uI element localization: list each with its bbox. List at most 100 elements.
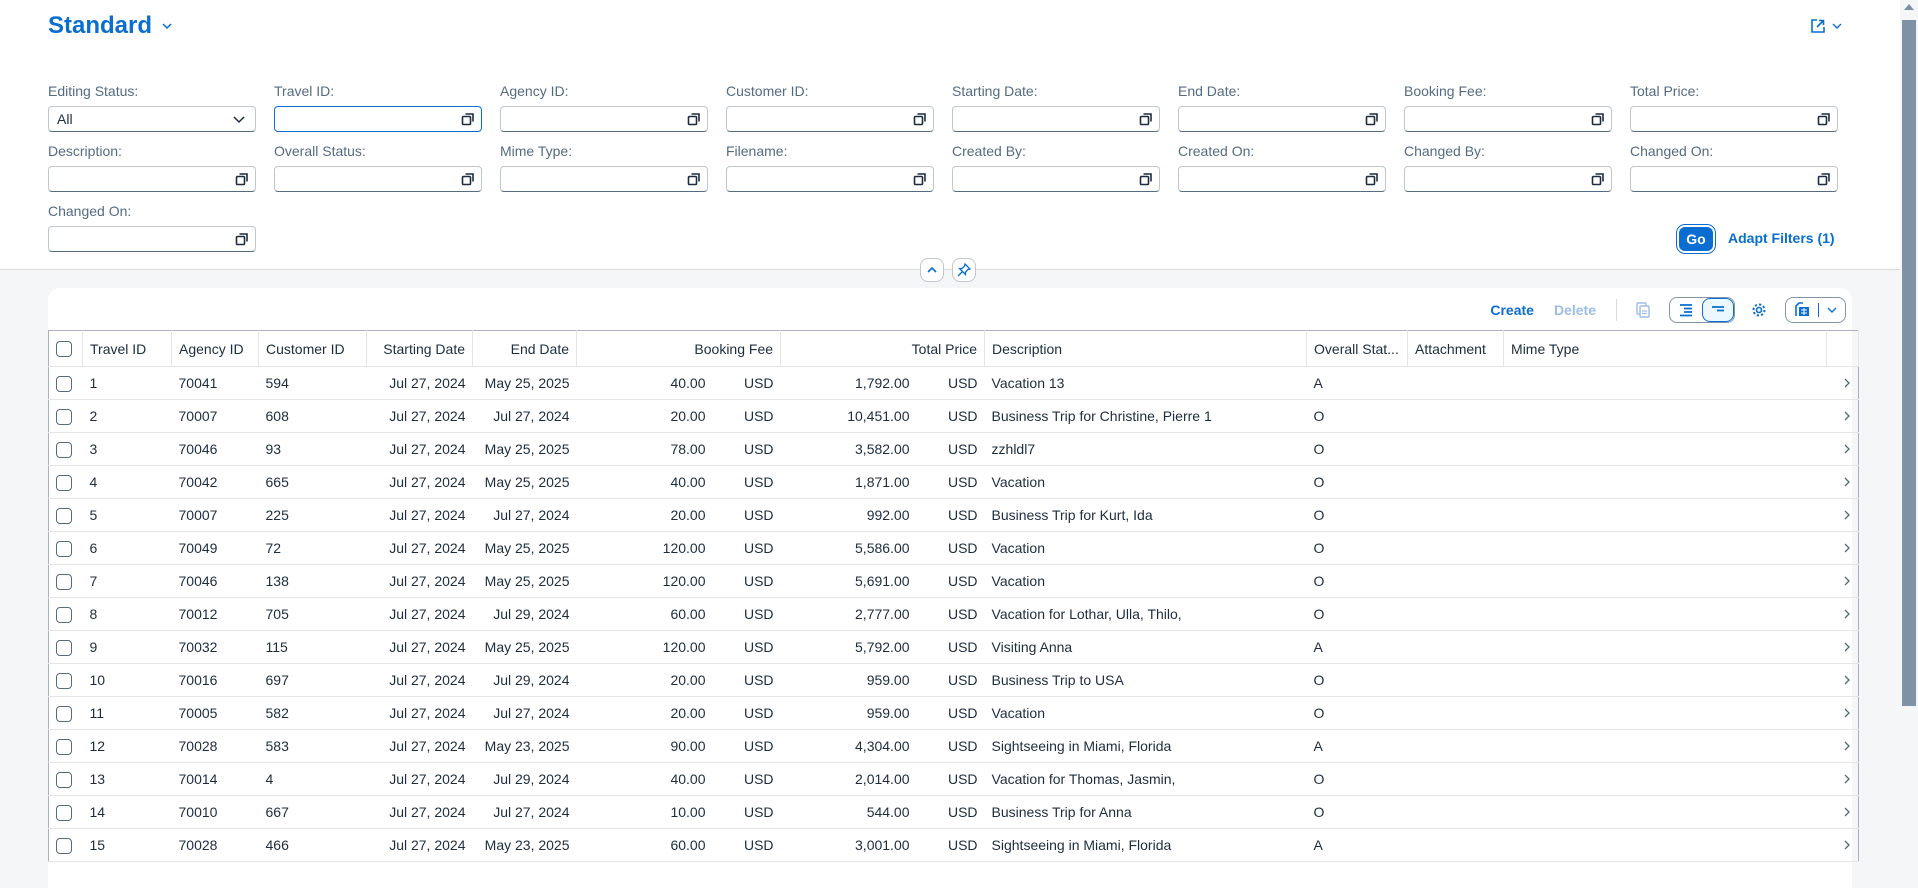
table-row[interactable]: 12 70028 583 Jul 27, 2024 May 23, 2025 90.00 U… (48, 729, 1859, 763)
filter-input[interactable] (1404, 166, 1612, 192)
go-button[interactable]: Go (1679, 227, 1713, 251)
row-checkbox[interactable] (56, 639, 72, 656)
table-row[interactable]: 13 70014 4 Jul 27, 2024 Jul 29, 2024 40.00 USD… (48, 762, 1859, 796)
row-checkbox[interactable] (56, 474, 72, 491)
column-header[interactable]: Attachment (1407, 330, 1505, 367)
table-row[interactable]: 6 70049 72 Jul 27, 2024 May 25, 2025 120.00 US… (48, 531, 1859, 565)
row-navigation[interactable] (1826, 366, 1859, 400)
row-checkbox[interactable] (56, 375, 72, 392)
row-navigation[interactable] (1826, 465, 1859, 499)
row-checkbox[interactable] (56, 672, 72, 689)
filter-input[interactable] (48, 166, 256, 192)
column-header[interactable]: Mime Type (1503, 330, 1828, 367)
row-navigation[interactable] (1826, 795, 1859, 829)
value-help-icon[interactable] (461, 172, 475, 186)
column-header[interactable]: Customer ID (258, 330, 367, 367)
row-navigation[interactable] (1826, 399, 1859, 433)
column-header[interactable]: Agency ID (171, 330, 259, 367)
row-checkbox[interactable] (56, 507, 72, 524)
value-help-icon[interactable] (1817, 172, 1831, 186)
filter-input[interactable] (500, 106, 708, 132)
filter-input[interactable] (500, 166, 708, 192)
filter-input[interactable] (274, 166, 482, 192)
export-menu-button[interactable] (1785, 297, 1846, 323)
column-header[interactable]: Starting Date (366, 330, 473, 367)
row-checkbox[interactable] (56, 837, 72, 854)
row-navigation[interactable] (1826, 828, 1859, 862)
create-button[interactable]: Create (1480, 302, 1544, 318)
column-header[interactable]: End Date (472, 330, 577, 367)
column-header[interactable]: Description (984, 330, 1308, 367)
row-checkbox[interactable] (56, 705, 72, 722)
delete-button[interactable]: Delete (1544, 302, 1606, 318)
adapt-filters-button[interactable]: Adapt Filters (1) (1728, 230, 1835, 246)
filter-input[interactable] (726, 106, 934, 132)
filter-select[interactable]: All (48, 106, 256, 132)
table-row[interactable]: 14 70010 667 Jul 27, 2024 Jul 27, 2024 10.00 U… (48, 795, 1859, 829)
row-checkbox[interactable] (56, 540, 72, 557)
row-navigation[interactable] (1826, 663, 1859, 697)
share-button[interactable] (1810, 18, 1842, 34)
table-row[interactable]: 3 70046 93 Jul 27, 2024 May 25, 2025 78.00 USD… (48, 432, 1859, 466)
value-help-icon[interactable] (687, 112, 701, 126)
filter-input[interactable] (952, 106, 1160, 132)
table-row[interactable]: 11 70005 582 Jul 27, 2024 Jul 27, 2024 20.00 U… (48, 696, 1859, 730)
value-help-icon[interactable] (1591, 112, 1605, 126)
value-help-icon[interactable] (1139, 112, 1153, 126)
export-button[interactable] (1786, 302, 1818, 318)
row-checkbox[interactable] (56, 804, 72, 821)
column-header[interactable]: Total Price (780, 330, 986, 367)
collapse-header-button[interactable] (920, 258, 944, 282)
filter-input[interactable] (1178, 106, 1386, 132)
filter-input[interactable] (274, 106, 482, 132)
chevron-down-icon[interactable] (233, 114, 245, 124)
column-header[interactable]: Travel ID (82, 330, 172, 367)
filter-input[interactable] (1630, 166, 1838, 192)
row-checkbox[interactable] (56, 606, 72, 623)
table-row[interactable]: 1 70041 594 Jul 27, 2024 May 25, 2025 40.00 US… (48, 366, 1859, 400)
scroll-up-icon[interactable] (1904, 4, 1914, 10)
value-help-icon[interactable] (235, 172, 249, 186)
table-row[interactable]: 5 70007 225 Jul 27, 2024 Jul 27, 2024 20.00 US… (48, 498, 1859, 532)
row-checkbox[interactable] (56, 738, 72, 755)
expand-rows-button[interactable] (1670, 298, 1702, 322)
row-navigation[interactable] (1826, 762, 1859, 796)
filter-input[interactable] (1404, 106, 1612, 132)
filter-input[interactable] (1178, 166, 1386, 192)
value-help-icon[interactable] (1591, 172, 1605, 186)
row-checkbox[interactable] (56, 441, 72, 458)
table-row[interactable]: 15 70028 466 Jul 27, 2024 May 23, 2025 60.00 U… (48, 828, 1859, 862)
value-help-icon[interactable] (913, 172, 927, 186)
row-checkbox[interactable] (56, 771, 72, 788)
row-navigation[interactable] (1826, 564, 1859, 598)
filter-input[interactable] (726, 166, 934, 192)
table-row[interactable]: 7 70046 138 Jul 27, 2024 May 25, 2025 120.00 U… (48, 564, 1859, 598)
value-help-icon[interactable] (235, 232, 249, 246)
collapse-rows-button[interactable] (1702, 298, 1734, 322)
row-navigation[interactable] (1826, 630, 1859, 664)
scrollbar-thumb[interactable] (1902, 20, 1916, 706)
export-options-button[interactable] (1819, 305, 1845, 315)
select-all-checkbox[interactable] (56, 341, 72, 358)
value-help-icon[interactable] (461, 112, 475, 126)
value-help-icon[interactable] (913, 112, 927, 126)
value-help-icon[interactable] (1365, 112, 1379, 126)
row-navigation[interactable] (1826, 432, 1859, 466)
row-navigation[interactable] (1826, 696, 1859, 730)
row-navigation[interactable] (1826, 597, 1859, 631)
row-navigation[interactable] (1826, 729, 1859, 763)
row-navigation[interactable] (1826, 498, 1859, 532)
row-navigation[interactable] (1826, 531, 1859, 565)
filter-input[interactable] (1630, 106, 1838, 132)
settings-button[interactable] (1743, 297, 1775, 323)
page-scrollbar[interactable] (1900, 0, 1918, 864)
value-help-icon[interactable] (1365, 172, 1379, 186)
pin-header-button[interactable] (952, 258, 976, 282)
table-row[interactable]: 8 70012 705 Jul 27, 2024 Jul 29, 2024 60.00 US… (48, 597, 1859, 631)
column-header[interactable]: Booking Fee (576, 330, 782, 367)
copy-button[interactable] (1627, 297, 1659, 323)
table-row[interactable]: 2 70007 608 Jul 27, 2024 Jul 27, 2024 20.00 US… (48, 399, 1859, 433)
row-checkbox[interactable] (56, 573, 72, 590)
filter-input[interactable] (48, 226, 256, 252)
row-checkbox[interactable] (56, 408, 72, 425)
